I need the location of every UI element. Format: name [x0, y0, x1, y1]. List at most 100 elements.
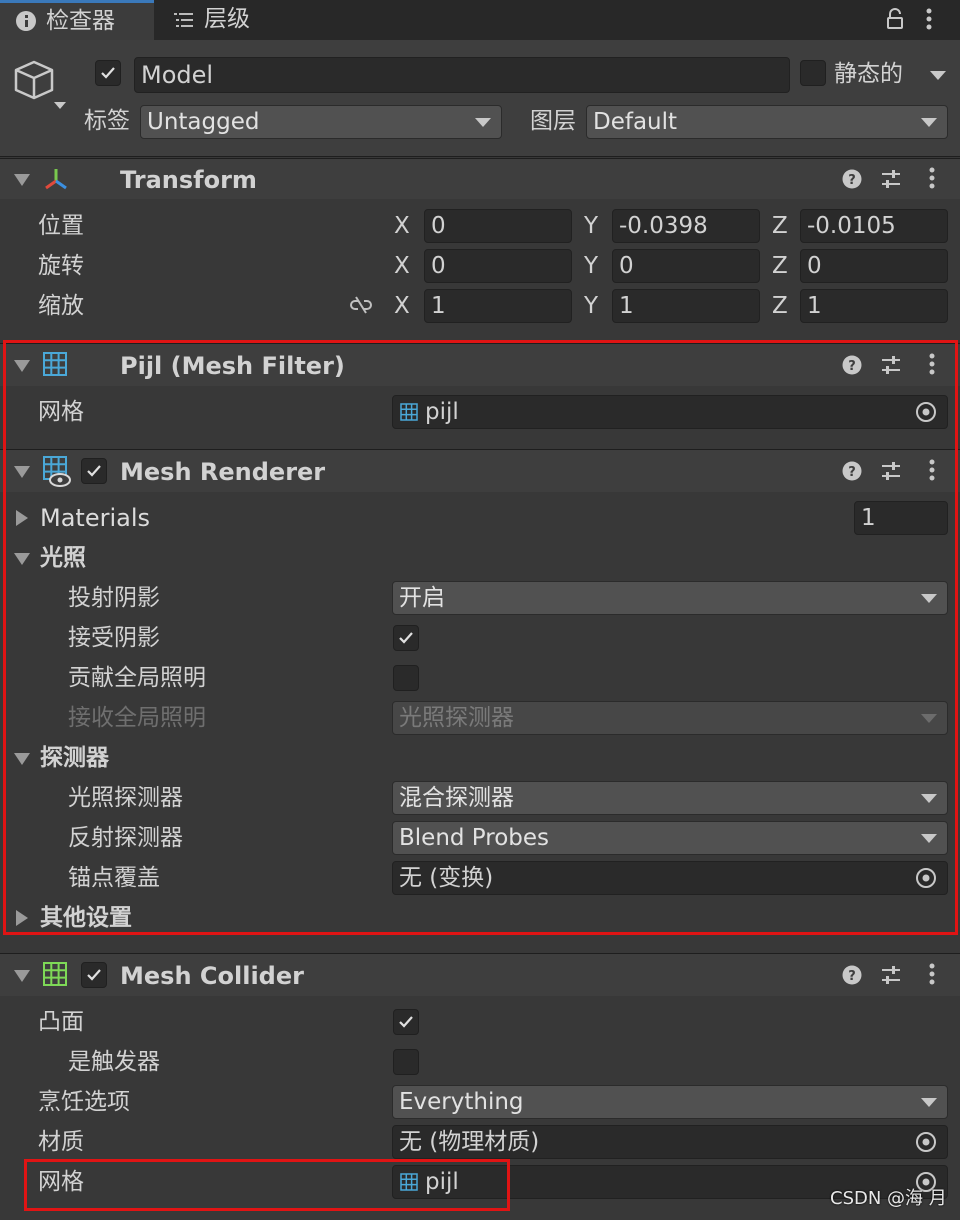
cast-shadows-row: 投射阴影 开启: [0, 580, 960, 616]
mesh-collider-enabled-checkbox[interactable]: [81, 962, 107, 988]
position-z-input[interactable]: -0.0105: [800, 209, 948, 243]
rotation-label: 旋转: [38, 253, 84, 279]
chevron-down-icon: [921, 714, 937, 723]
position-x-input[interactable]: 0: [424, 209, 572, 243]
help-icon[interactable]: ?: [842, 169, 862, 189]
transform-row-rotation: 旋转 X 0 Y 0 Z 0: [0, 248, 960, 284]
probes-label: 探测器: [40, 745, 109, 771]
lighting-foldout[interactable]: 光照: [0, 540, 400, 576]
foldout-arrow-icon[interactable]: [14, 466, 30, 478]
static-checkbox[interactable]: [800, 60, 826, 86]
light-probes-dropdown[interactable]: 混合探测器: [392, 781, 948, 815]
check-icon: [87, 969, 101, 981]
tab-hierarchy[interactable]: 层级: [160, 0, 290, 40]
foldout-arrow-icon[interactable]: [16, 910, 28, 926]
axis-x-label[interactable]: X: [394, 255, 410, 278]
static-label: 静态的: [834, 61, 903, 87]
object-picker-icon[interactable]: [915, 401, 937, 423]
lock-icon[interactable]: [886, 8, 904, 30]
is-trigger-row: 是触发器: [0, 1044, 960, 1080]
materials-label: Materials: [40, 504, 151, 532]
tag-value: Untagged: [147, 109, 260, 135]
mesh-asset-icon: [400, 1173, 418, 1191]
additional-settings-foldout[interactable]: 其他设置: [0, 900, 400, 936]
foldout-arrow-icon[interactable]: [14, 970, 30, 982]
layer-dropdown[interactable]: Default: [586, 105, 948, 139]
foldout-arrow-icon[interactable]: [14, 360, 30, 372]
help-icon[interactable]: ?: [842, 461, 862, 481]
more-menu-icon[interactable]: [927, 353, 937, 377]
foldout-arrow-icon[interactable]: [16, 510, 28, 526]
scale-z-input[interactable]: 1: [800, 289, 948, 323]
unlinked-chain-icon[interactable]: [348, 295, 374, 315]
contribute-gi-row: 贡献全局照明: [0, 660, 960, 696]
is-trigger-checkbox[interactable]: [393, 1049, 419, 1075]
axis-x-label[interactable]: X: [394, 295, 410, 318]
rotation-x-input[interactable]: 0: [424, 249, 572, 283]
static-dropdown-arrow[interactable]: [930, 71, 946, 80]
preset-sliders-icon[interactable]: [880, 168, 902, 190]
layer-value: Default: [593, 109, 678, 135]
axis-x-label[interactable]: X: [394, 215, 410, 238]
mesh-renderer-enabled-checkbox[interactable]: [81, 458, 107, 484]
cube-icon[interactable]: [12, 58, 70, 114]
scale-y-input[interactable]: 1: [612, 289, 760, 323]
mesh-filter-header[interactable]: Pijl (Mesh Filter) ?: [0, 343, 960, 386]
receive-shadows-label: 接受阴影: [68, 625, 160, 651]
foldout-arrow-icon[interactable]: [14, 174, 30, 186]
check-icon: [87, 465, 101, 477]
foldout-arrow-icon[interactable]: [14, 553, 30, 565]
preset-sliders-icon[interactable]: [880, 354, 902, 376]
axis-y-label[interactable]: Y: [584, 215, 598, 238]
lighting-label: 光照: [40, 545, 86, 571]
axis-y-label[interactable]: Y: [584, 295, 598, 318]
watermark: CSDN @海 月: [830, 1188, 947, 1209]
mesh-filter-title: Pijl (Mesh Filter): [120, 352, 345, 380]
transform-header[interactable]: Transform ?: [0, 158, 960, 199]
tag-dropdown[interactable]: Untagged: [140, 105, 502, 139]
axis-z-label[interactable]: Z: [772, 215, 788, 238]
cooking-options-dropdown[interactable]: Everything: [392, 1085, 948, 1119]
contribute-gi-checkbox[interactable]: [393, 665, 419, 691]
help-icon[interactable]: ?: [842, 355, 862, 375]
help-icon[interactable]: ?: [842, 965, 862, 985]
svg-text:?: ?: [848, 173, 856, 188]
scale-x-input[interactable]: 1: [424, 289, 572, 323]
reflection-probes-dropdown[interactable]: Blend Probes: [392, 821, 948, 855]
position-y-input[interactable]: -0.0398: [612, 209, 760, 243]
anchor-override-field[interactable]: 无 (变换): [392, 861, 948, 895]
axis-z-label[interactable]: Z: [772, 255, 788, 278]
materials-size-input[interactable]: 1: [854, 501, 948, 535]
convex-checkbox[interactable]: [393, 1009, 419, 1035]
transform-axis-icon: [45, 169, 67, 190]
collider-material-field[interactable]: 无 (物理材质): [392, 1125, 948, 1159]
foldout-arrow-icon[interactable]: [14, 753, 30, 765]
more-menu-icon[interactable]: [924, 8, 934, 32]
more-menu-icon[interactable]: [927, 459, 937, 483]
receive-shadows-checkbox[interactable]: [393, 625, 419, 651]
contribute-gi-label: 贡献全局照明: [68, 665, 206, 691]
chevron-down-icon: [921, 594, 937, 603]
mesh-object-field[interactable]: pijl: [392, 395, 948, 429]
axis-y-label[interactable]: Y: [584, 255, 598, 278]
object-name-input[interactable]: Model: [134, 57, 790, 93]
probes-foldout[interactable]: 探测器: [0, 740, 400, 776]
mesh-renderer-header[interactable]: Mesh Renderer ?: [0, 449, 960, 492]
cast-shadows-dropdown[interactable]: 开启: [392, 581, 948, 615]
axis-z-label[interactable]: Z: [772, 295, 788, 318]
is-trigger-label: 是触发器: [68, 1049, 160, 1075]
preset-sliders-icon[interactable]: [880, 964, 902, 986]
object-picker-icon[interactable]: [915, 1131, 937, 1153]
more-menu-icon[interactable]: [927, 963, 937, 987]
preset-sliders-icon[interactable]: [880, 460, 902, 482]
collider-material-label: 材质: [38, 1129, 84, 1155]
rotation-y-input[interactable]: 0: [612, 249, 760, 283]
active-toggle[interactable]: [95, 60, 121, 86]
info-icon: [16, 11, 36, 31]
more-menu-icon[interactable]: [927, 167, 937, 191]
materials-foldout[interactable]: Materials 1: [0, 500, 960, 536]
object-picker-icon[interactable]: [915, 867, 937, 889]
mesh-collider-header[interactable]: Mesh Collider ?: [0, 953, 960, 996]
rotation-z-input[interactable]: 0: [800, 249, 948, 283]
tab-inspector[interactable]: 检查器: [0, 0, 154, 40]
